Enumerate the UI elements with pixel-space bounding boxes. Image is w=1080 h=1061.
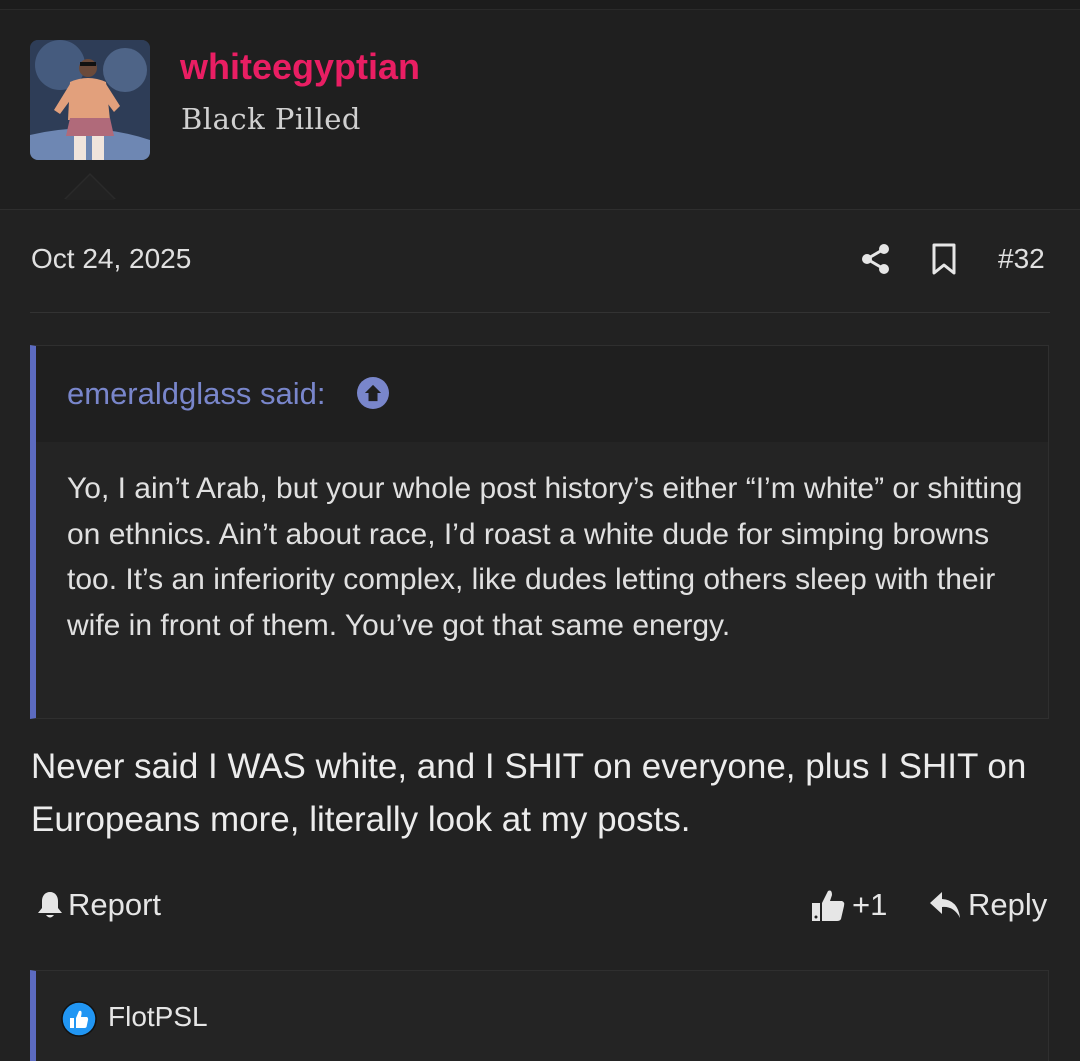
post-number[interactable]: #32 [998, 243, 1045, 275]
report-label: Report [68, 887, 162, 922]
like-button[interactable]: +1 [810, 887, 887, 923]
reply-button[interactable]: Reply [928, 887, 1047, 923]
quote-text: Yo, I ain’t Arab, but your whole post hi… [67, 472, 1023, 642]
quote-author[interactable]: emeraldglass said: [67, 376, 325, 412]
post-container: whiteegyptian Black Pilled Oct 24, 2025 … [0, 0, 1080, 1061]
user-title: Black Pilled [181, 102, 361, 136]
avatar[interactable] [30, 40, 150, 160]
share-icon[interactable] [860, 243, 892, 275]
arrow-up-circle-icon[interactable] [356, 376, 390, 410]
quote-header: emeraldglass said: [36, 346, 1048, 442]
reactions-bar: FlotPSL [30, 970, 1049, 1061]
top-border [0, 0, 1080, 10]
reaction-user[interactable]: FlotPSL [108, 1001, 208, 1033]
like-count: +1 [852, 887, 888, 922]
reply-label: Reply [968, 887, 1048, 922]
post-body: Never said I WAS white, and I SHIT on ev… [31, 747, 1027, 839]
header-caret-inner [65, 175, 115, 200]
bookmark-icon[interactable] [930, 243, 958, 275]
user-header: whiteegyptian Black Pilled [0, 10, 1080, 210]
like-reaction-icon [61, 1001, 97, 1037]
reply-arrow-icon [930, 892, 960, 918]
bell-icon [38, 892, 62, 918]
thumbs-up-icon [812, 890, 845, 921]
username[interactable]: whiteegyptian [180, 46, 420, 88]
post-date[interactable]: Oct 24, 2025 [31, 243, 191, 275]
quote-block: emeraldglass said: Yo, I ain’t Arab, but… [30, 345, 1049, 719]
report-button[interactable]: Report [36, 887, 161, 923]
meta-divider [30, 312, 1050, 313]
